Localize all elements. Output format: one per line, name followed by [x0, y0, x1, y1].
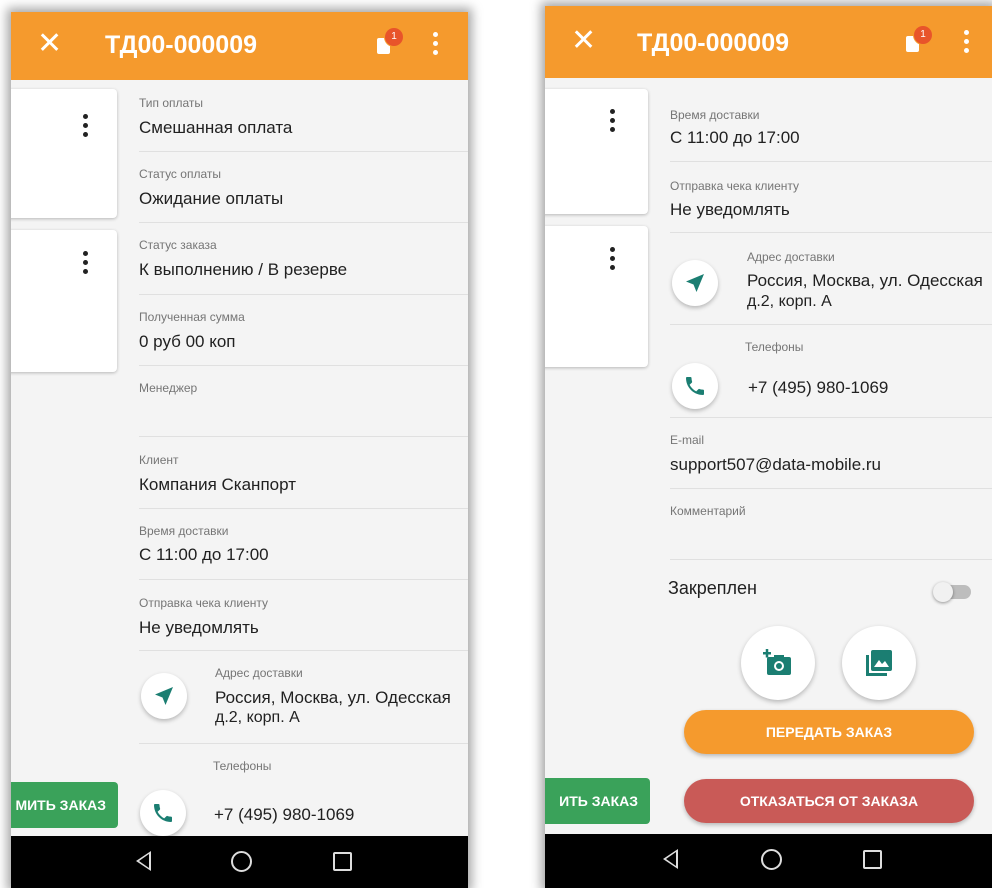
- phones-field[interactable]: Телефоны +7 (495) 980-1069: [670, 325, 992, 418]
- receipt-notify-field[interactable]: Отправка чека клиенту Не уведомлять: [139, 580, 468, 651]
- card-more-icon[interactable]: [81, 251, 91, 277]
- app-bar: ✕ ТД00-000009 1: [11, 12, 468, 80]
- phone-screen-left: ✕ ТД00-000009 1 МИТЬ ЗАКАЗ Тип оплаты См…: [11, 12, 468, 888]
- more-vert-icon[interactable]: [962, 30, 972, 56]
- recents-icon[interactable]: [333, 852, 352, 871]
- close-icon[interactable]: ✕: [37, 27, 62, 61]
- pinned-label: Закреплен: [668, 578, 757, 598]
- order-title: ТД00-000009: [637, 29, 790, 57]
- card-more-icon[interactable]: [608, 109, 618, 135]
- background-card: [545, 89, 648, 214]
- more-vert-icon[interactable]: [431, 32, 441, 58]
- gallery-button[interactable]: [842, 626, 916, 700]
- navigation-icon[interactable]: [141, 673, 187, 719]
- refuse-order-button[interactable]: ОТКАЗАТЬСЯ ОТ ЗАКАЗА: [684, 779, 974, 823]
- confirm-order-button[interactable]: ИТЬ ЗАКАЗ: [545, 778, 650, 824]
- system-nav-bar: [545, 834, 992, 888]
- email-field[interactable]: E-mail support507@data-mobile.ru: [670, 418, 992, 489]
- system-nav-bar: [11, 836, 468, 888]
- delivery-time-field[interactable]: Время доставки С 11:00 до 17:00: [670, 90, 992, 162]
- back-icon[interactable]: [136, 851, 151, 871]
- delivery-address-field[interactable]: Адрес доставки Россия, Москва, ул. Одесс…: [670, 233, 992, 325]
- add-photo-button[interactable]: [741, 626, 815, 700]
- background-card: [11, 230, 117, 372]
- close-icon[interactable]: ✕: [571, 24, 596, 58]
- confirm-order-button[interactable]: МИТЬ ЗАКАЗ: [11, 782, 118, 828]
- phone-screen-right: ✕ ТД00-000009 1 ИТЬ ЗАКАЗ Время доставки…: [545, 6, 992, 888]
- transfer-order-button[interactable]: ПЕРЕДАТЬ ЗАКАЗ: [684, 710, 974, 754]
- app-bar: ✕ ТД00-000009 1: [545, 6, 992, 78]
- notification-badge: 1: [385, 28, 403, 46]
- received-sum-field[interactable]: Полученная сумма 0 руб 00 коп: [139, 295, 468, 366]
- home-icon[interactable]: [761, 849, 782, 870]
- order-title: ТД00-000009: [105, 31, 258, 59]
- card-more-icon[interactable]: [608, 247, 618, 273]
- delivery-time-field[interactable]: Время доставки С 11:00 до 17:00: [139, 509, 468, 580]
- home-icon[interactable]: [231, 851, 252, 872]
- back-icon[interactable]: [663, 849, 678, 869]
- notification-badge: 1: [914, 26, 932, 44]
- card-more-icon[interactable]: [81, 114, 91, 140]
- background-card: [545, 226, 648, 367]
- phone-icon[interactable]: [140, 790, 186, 836]
- receipt-notify-field[interactable]: Отправка чека клиенту Не уведомлять: [670, 162, 992, 233]
- phones-field[interactable]: Телефоны +7 (495) 980-1069: [139, 744, 468, 836]
- client-field[interactable]: Клиент Компания Сканпорт: [139, 437, 468, 509]
- delivery-address-field[interactable]: Адрес доставки Россия, Москва, ул. Одесс…: [139, 651, 468, 744]
- add-photo-icon: [763, 649, 791, 675]
- navigation-icon[interactable]: [672, 260, 718, 306]
- background-card: [11, 89, 117, 218]
- payment-type-field[interactable]: Тип оплаты Смешанная оплата: [139, 80, 468, 152]
- payment-status-field[interactable]: Статус оплаты Ожидание оплаты: [139, 152, 468, 223]
- manager-field[interactable]: Менеджер: [139, 366, 468, 437]
- photo-library-icon: [866, 650, 892, 676]
- pinned-toggle-thumb[interactable]: [933, 582, 953, 602]
- document-icon[interactable]: 1: [377, 28, 403, 54]
- comment-field[interactable]: Комментарий: [670, 489, 992, 560]
- phone-icon[interactable]: [672, 363, 718, 409]
- order-status-field[interactable]: Статус заказа К выполнению / В резерве: [139, 223, 468, 295]
- document-icon[interactable]: 1: [906, 26, 932, 52]
- recents-icon[interactable]: [863, 850, 882, 869]
